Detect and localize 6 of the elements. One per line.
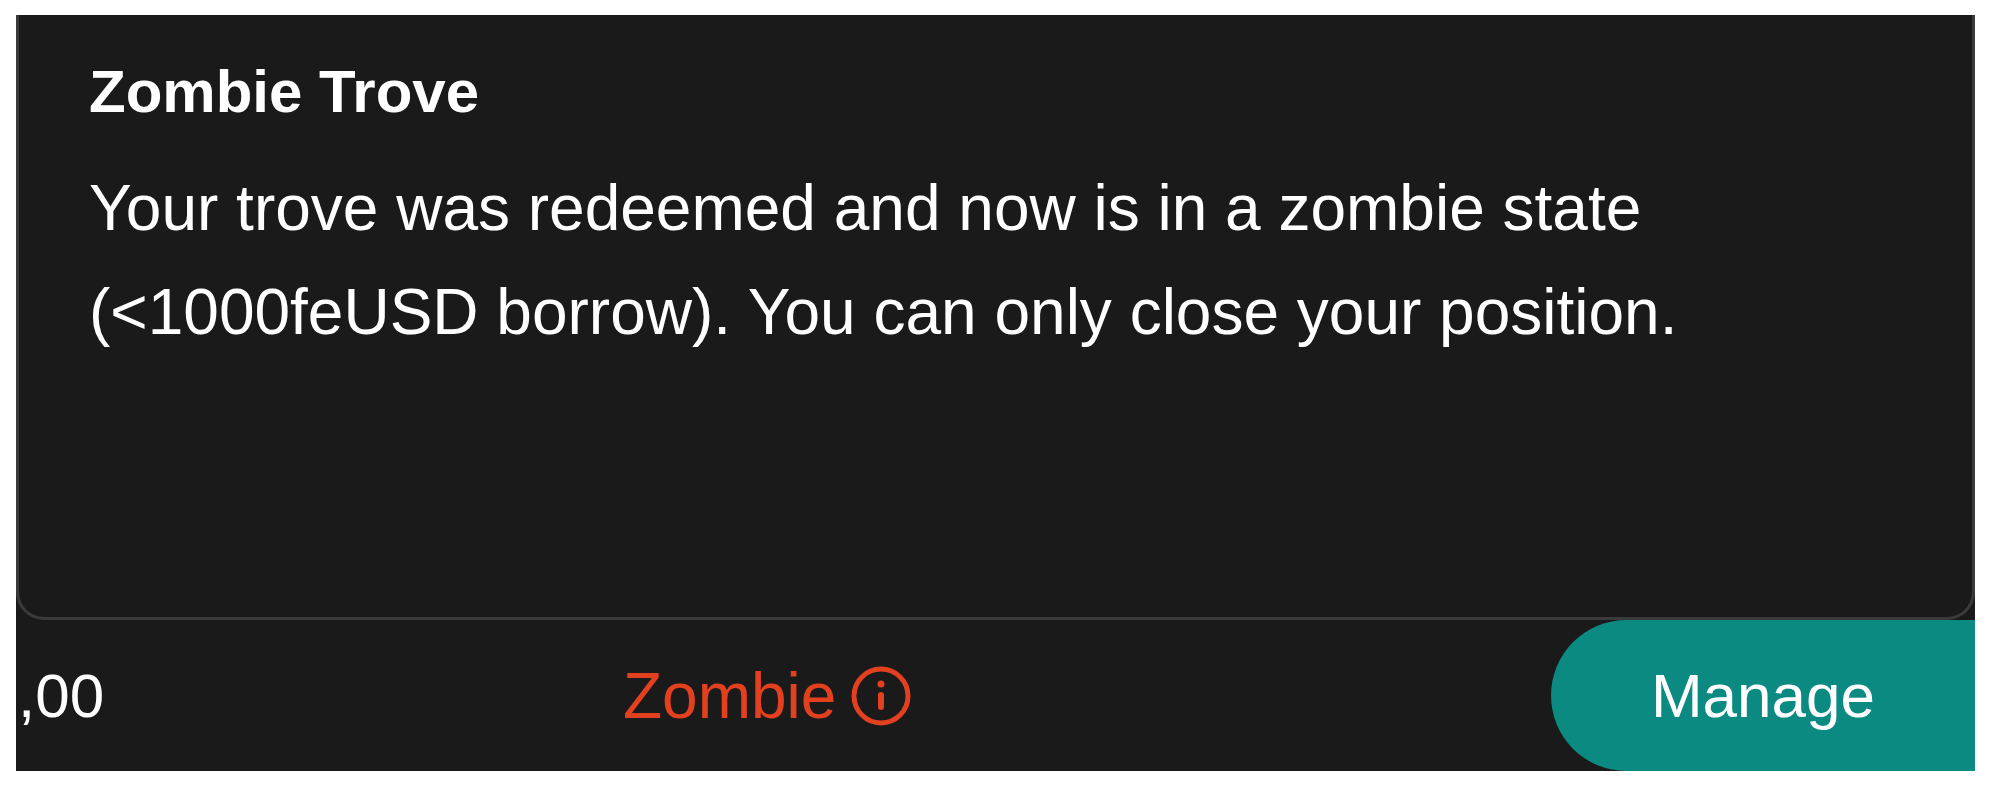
tooltip-title: Zombie Trove: [89, 57, 480, 126]
status-label: Zombie: [623, 658, 837, 733]
manage-button[interactable]: Manage: [1550, 620, 1975, 771]
info-icon[interactable]: [850, 664, 913, 727]
amount-text: ,00: [18, 660, 106, 731]
tooltip-text: Your trove was redeemed and now is in a zombie state (<1000feUSD borrow). You can only close your position.: [89, 171, 1679, 350]
